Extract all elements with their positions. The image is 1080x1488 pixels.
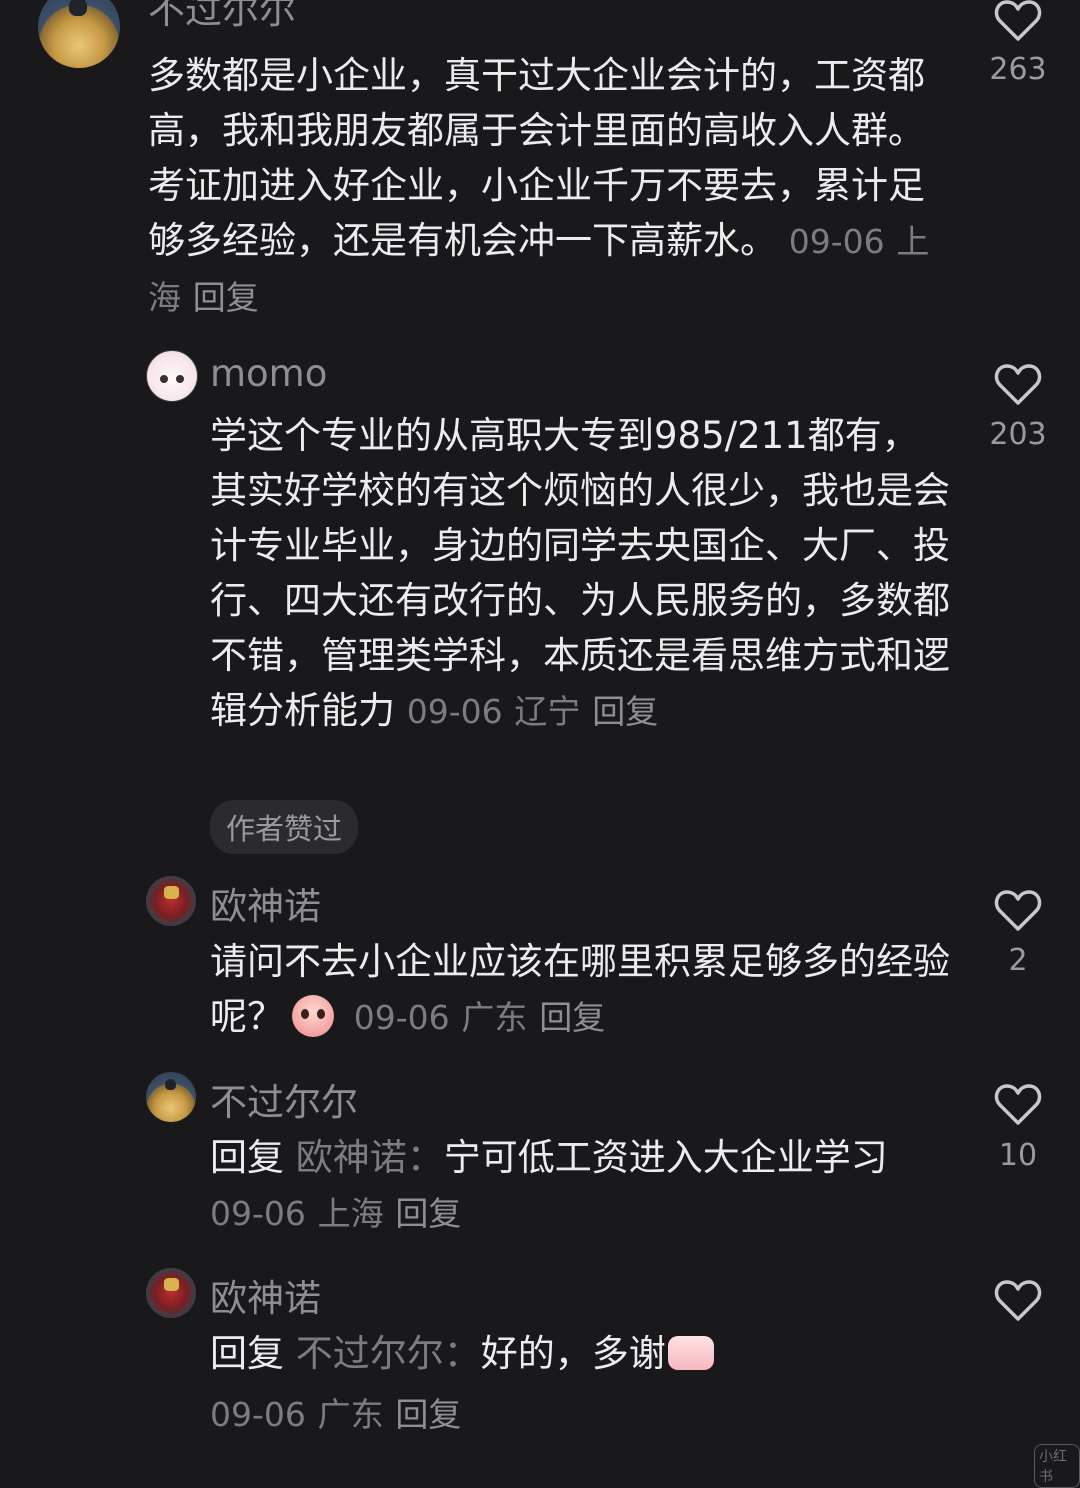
avatar[interactable]	[146, 1072, 196, 1122]
like-button[interactable]	[990, 362, 1046, 406]
reply-prefix: 回复	[210, 1332, 284, 1375]
like-count: 10	[998, 1138, 1038, 1173]
like-count: 263	[989, 52, 1047, 87]
comment-text: 多数都是小企业，真干过大企业会计的，工资都高，我和我朋友都属于会计里面的高收入人…	[148, 48, 948, 325]
heart-icon	[994, 1084, 1042, 1125]
comment-meta: 09-06 广东 回复	[210, 1386, 950, 1442]
comment-text: 学这个专业的从高职大专到985/211都有，其实好学校的有这个烦恼的人很少，我也…	[210, 408, 950, 739]
reply-target[interactable]: 不过尔尔：	[296, 1332, 481, 1375]
author-name[interactable]: 欧神诺	[210, 1268, 321, 1322]
comment-location: 广东	[461, 998, 528, 1037]
comment-text: 回复 欧神诺：宁可低工资进入大企业学习 09-06 上海 回复	[210, 1130, 950, 1241]
author-name[interactable]: 欧神诺	[210, 876, 321, 930]
author-name[interactable]: momo	[210, 352, 327, 395]
like-button[interactable]	[990, 1082, 1046, 1126]
like-button[interactable]	[990, 0, 1046, 42]
heart-icon	[994, 364, 1042, 405]
heart-icon	[994, 0, 1042, 41]
author-name[interactable]: 不过尔尔	[148, 0, 296, 34]
like-count: 2	[1008, 943, 1028, 978]
comment-date: 09-06	[210, 1194, 306, 1233]
comment-date: 09-06	[210, 1395, 306, 1434]
heart-icon	[994, 1280, 1042, 1321]
like-count: 203	[989, 417, 1047, 452]
avatar[interactable]	[146, 350, 198, 402]
avatar[interactable]	[38, 0, 120, 68]
comment-text: 请问不去小企业应该在哪里积累足够多的经验呢？ 09-06 广东 回复	[210, 934, 950, 1045]
heart-icon	[994, 890, 1042, 931]
avatar[interactable]	[146, 1268, 196, 1318]
like-button[interactable]	[990, 1278, 1046, 1322]
comment-date: 09-06	[353, 998, 450, 1037]
comment-location: 广东	[317, 1395, 384, 1434]
comment-location: 辽宁	[514, 692, 581, 731]
pleading-face-emoji	[292, 995, 334, 1037]
author-liked-badge: 作者赞过	[210, 800, 359, 854]
reply-prefix: 回复	[210, 1136, 284, 1179]
comment-date: 09-06	[788, 222, 885, 261]
comment-date: 09-06	[406, 692, 503, 731]
reply-button[interactable]: 回复	[193, 278, 259, 317]
reply-button[interactable]: 回复	[395, 1194, 461, 1233]
author-name[interactable]: 不过尔尔	[210, 1072, 358, 1126]
reply-button[interactable]: 回复	[592, 692, 658, 731]
comment-body: 好的，多谢	[480, 1332, 666, 1375]
reply-button[interactable]: 回复	[539, 998, 605, 1037]
comment-body: 宁可低工资进入大企业学习	[443, 1136, 888, 1179]
thumbs-up-emoji	[667, 1336, 714, 1370]
avatar[interactable]	[146, 876, 196, 926]
comment-text: 回复 不过尔尔：好的，多谢	[210, 1326, 950, 1381]
comment-body: 学这个专业的从高职大专到985/211都有，其实好学校的有这个烦恼的人很少，我也…	[210, 414, 950, 732]
comment-location: 上海	[317, 1194, 384, 1233]
reply-button[interactable]: 回复	[395, 1395, 461, 1434]
like-button[interactable]	[990, 888, 1046, 932]
watermark: 小红书	[1034, 1444, 1080, 1488]
reply-target[interactable]: 欧神诺：	[296, 1136, 444, 1179]
